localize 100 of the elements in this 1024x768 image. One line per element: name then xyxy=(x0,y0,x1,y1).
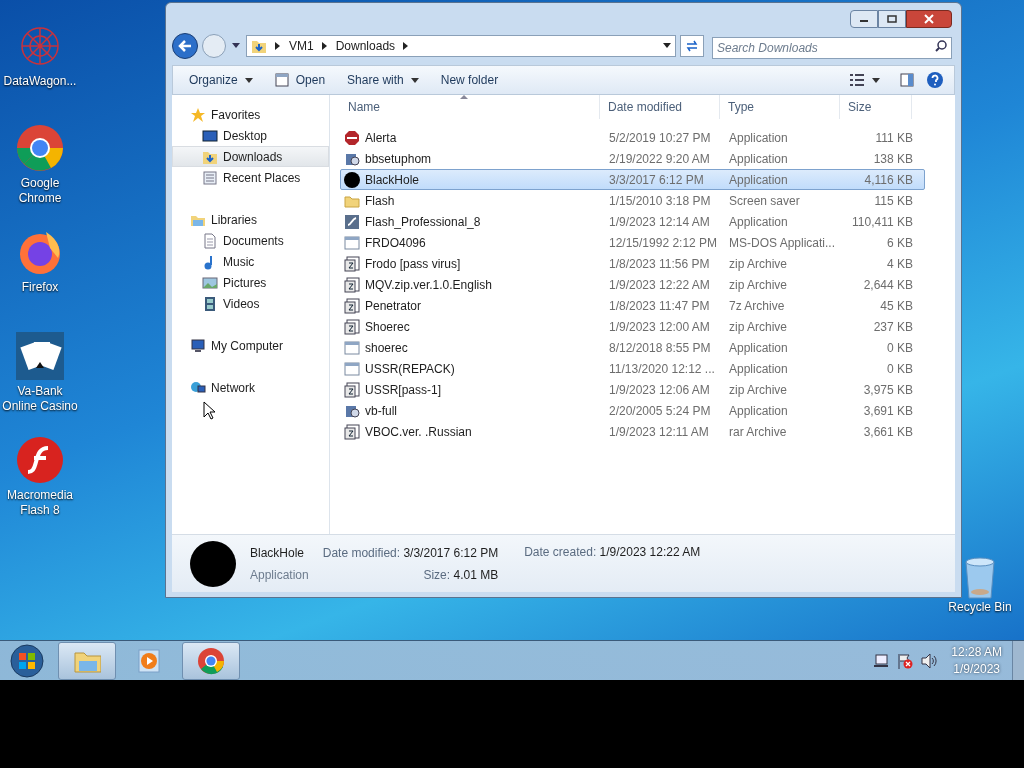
date-cell-text: 1/8/2023 11:47 PM xyxy=(608,297,711,315)
type-cell-text: zip Archive xyxy=(728,381,789,399)
nav-item[interactable]: Network xyxy=(172,377,329,398)
type-cell-text: MS-DOS Applicati... xyxy=(728,234,837,252)
nav-item[interactable]: Pictures xyxy=(172,272,329,293)
search-field[interactable]: Search Downloads xyxy=(712,37,952,59)
preview-pane-icon xyxy=(900,73,914,87)
archive-icon xyxy=(344,318,360,335)
file-row[interactable]: shoerec 8/12/2018 8:55 PM Application 0 KB xyxy=(340,337,925,358)
back-button[interactable] xyxy=(172,33,198,59)
size-cell-text: 4,116 KB xyxy=(863,171,913,189)
file-row[interactable]: Flash_Professional_8 1/9/2023 12:14 AM Application 110,411 KB xyxy=(340,211,925,232)
nav-item[interactable]: Recent Places xyxy=(172,167,329,188)
file-row[interactable]: Penetrator 1/8/2023 11:47 PM 7z Archive 45 KB xyxy=(340,295,925,316)
column-header[interactable]: Type xyxy=(720,95,840,119)
file-name: FRDO4096 xyxy=(365,234,426,252)
type-cell-text: Application xyxy=(728,360,789,378)
network-icon xyxy=(190,379,206,396)
date-cell-text: 3/3/2017 6:12 PM xyxy=(608,171,705,189)
desktop-icon-label[interactable]: Google Chrome xyxy=(0,176,80,206)
application-icon xyxy=(344,213,360,230)
details-file-type: Application xyxy=(250,566,309,584)
nav-item[interactable]: Favorites xyxy=(172,104,329,125)
close-icon xyxy=(924,14,934,24)
nav-item[interactable]: Downloads xyxy=(172,146,329,167)
windows-orb-icon xyxy=(10,643,44,678)
toolbar-button[interactable]: Organize xyxy=(179,68,263,92)
file-row[interactable]: Frodo [pass virus] 1/8/2023 11:56 PM zip Archive 4 KB xyxy=(340,253,925,274)
size-cell-text: 138 KB xyxy=(872,150,913,168)
detail-field: Size: 4.01 MB xyxy=(423,565,499,584)
column-header[interactable]: Date modified xyxy=(600,95,720,119)
size-cell-text: 110,411 KB xyxy=(851,213,913,231)
file-row[interactable]: BlackHole 3/3/2017 6:12 PM Application 4,116 KB xyxy=(340,169,925,190)
date-cell-text: 1/9/2023 12:00 AM xyxy=(608,318,711,336)
file-row[interactable]: Shoerec 1/9/2023 12:00 AM zip Archive 237 KB xyxy=(340,316,925,337)
desktop-icon-label[interactable]: Firefox xyxy=(21,280,59,295)
desktop-icon-label[interactable]: Macromedia Flash 8 xyxy=(0,488,80,518)
close-button[interactable] xyxy=(906,10,952,28)
nav-item[interactable]: Videos xyxy=(172,293,329,314)
chrome-logo-icon xyxy=(197,646,225,675)
type-cell-text: Application xyxy=(728,129,789,147)
detail-field: Date created: 1/9/2023 12:22 AM xyxy=(524,543,701,561)
taskbar-button[interactable] xyxy=(182,641,240,680)
computer-icon xyxy=(190,337,206,354)
file-row[interactable]: bbsetuphom 2/19/2022 9:20 AM Application 138 KB xyxy=(340,148,925,169)
caret-icon xyxy=(872,77,880,83)
file-row[interactable]: USSR(REPACK) 11/13/2020 12:12 ... Application 0 KB xyxy=(340,358,925,379)
taskbar-button[interactable] xyxy=(58,641,116,680)
file-row[interactable]: Alerta 5/2/2019 10:27 PM Application 111 KB xyxy=(340,127,925,148)
file-name: Penetrator xyxy=(365,297,422,315)
type-cell-text: Screen saver xyxy=(728,192,801,210)
file-row[interactable]: Flash 1/15/2010 3:18 PM Screen saver 115 KB xyxy=(340,190,925,211)
breadcrumb[interactable]: Downloads xyxy=(335,37,396,55)
network-status-icon xyxy=(873,652,890,669)
toolbar-button[interactable]: Share with xyxy=(337,68,429,92)
address-bar[interactable]: VM1 Downloads xyxy=(246,35,676,57)
breadcrumb[interactable]: VM1 xyxy=(289,37,314,55)
type-cell-text: Application xyxy=(728,402,789,420)
action-center-flag-icon xyxy=(897,652,914,669)
dropdown-caret-icon xyxy=(663,43,671,49)
program-window-icon xyxy=(344,339,360,356)
details-file-name: BlackHole xyxy=(250,544,306,562)
nav-item[interactable]: Libraries xyxy=(172,209,329,230)
nav-item[interactable]: Desktop xyxy=(172,125,329,146)
program-window-icon xyxy=(344,234,360,251)
file-row[interactable]: VBOC.ver. .Russian 1/9/2023 12:11 AM rar Archive 3,661 KB xyxy=(340,421,925,442)
file-row[interactable]: vb-full 2/20/2005 5:24 PM Application 3,691 KB xyxy=(340,400,925,421)
file-name: vb-full xyxy=(365,402,397,420)
toolbar-button[interactable]: New folder xyxy=(430,68,509,92)
size-cell-text: 115 KB xyxy=(873,192,913,210)
file-row[interactable]: MQV.zip.ver.1.0.English 1/9/2023 12:22 AM zip Archive 2,644 KB xyxy=(340,274,925,295)
desktop-icon-label[interactable]: Va-Bank Online Casino xyxy=(0,384,80,414)
refresh-button[interactable] xyxy=(680,35,704,57)
nav-item[interactable]: Music xyxy=(172,251,329,272)
file-name: Alerta xyxy=(365,129,397,147)
maximize-icon xyxy=(887,15,897,23)
nav-item[interactable]: My Computer xyxy=(172,335,329,356)
maximize-button[interactable] xyxy=(878,10,906,28)
desktop-icon-label[interactable]: DataWagon... xyxy=(3,74,77,89)
type-cell-text: zip Archive xyxy=(728,276,789,294)
archive-icon xyxy=(344,423,360,440)
nav-item[interactable]: Documents xyxy=(172,230,329,251)
playing-cards-icon xyxy=(16,332,64,380)
program-window-icon xyxy=(344,360,360,377)
file-row[interactable]: USSR[pass-1] 1/9/2023 12:06 AM zip Archive 3,975 KB xyxy=(340,379,925,400)
size-cell-text: 45 KB xyxy=(879,297,913,315)
column-header[interactable]: Size xyxy=(840,95,912,119)
date-cell-text: 1/9/2023 12:06 AM xyxy=(608,381,711,399)
file-row[interactable]: FRDO4096 12/15/1992 2:12 PM MS-DOS Applicati... 6 KB xyxy=(340,232,925,253)
minimize-button[interactable] xyxy=(850,10,878,28)
type-cell-text: rar Archive xyxy=(728,423,788,441)
date-cell-text: 8/12/2018 8:55 PM xyxy=(608,339,712,357)
file-name: VBOC.ver. .Russian xyxy=(365,423,472,441)
size-cell-text: 2,644 KB xyxy=(862,276,913,294)
toolbar-button[interactable]: Open xyxy=(264,68,336,92)
desktop-icon-label[interactable]: Recycle Bin xyxy=(948,600,1012,615)
file-name: BlackHole xyxy=(365,171,420,189)
chrome-logo-icon xyxy=(16,124,64,172)
show-desktop-button[interactable] xyxy=(1012,640,1024,680)
caret-icon xyxy=(244,77,253,83)
